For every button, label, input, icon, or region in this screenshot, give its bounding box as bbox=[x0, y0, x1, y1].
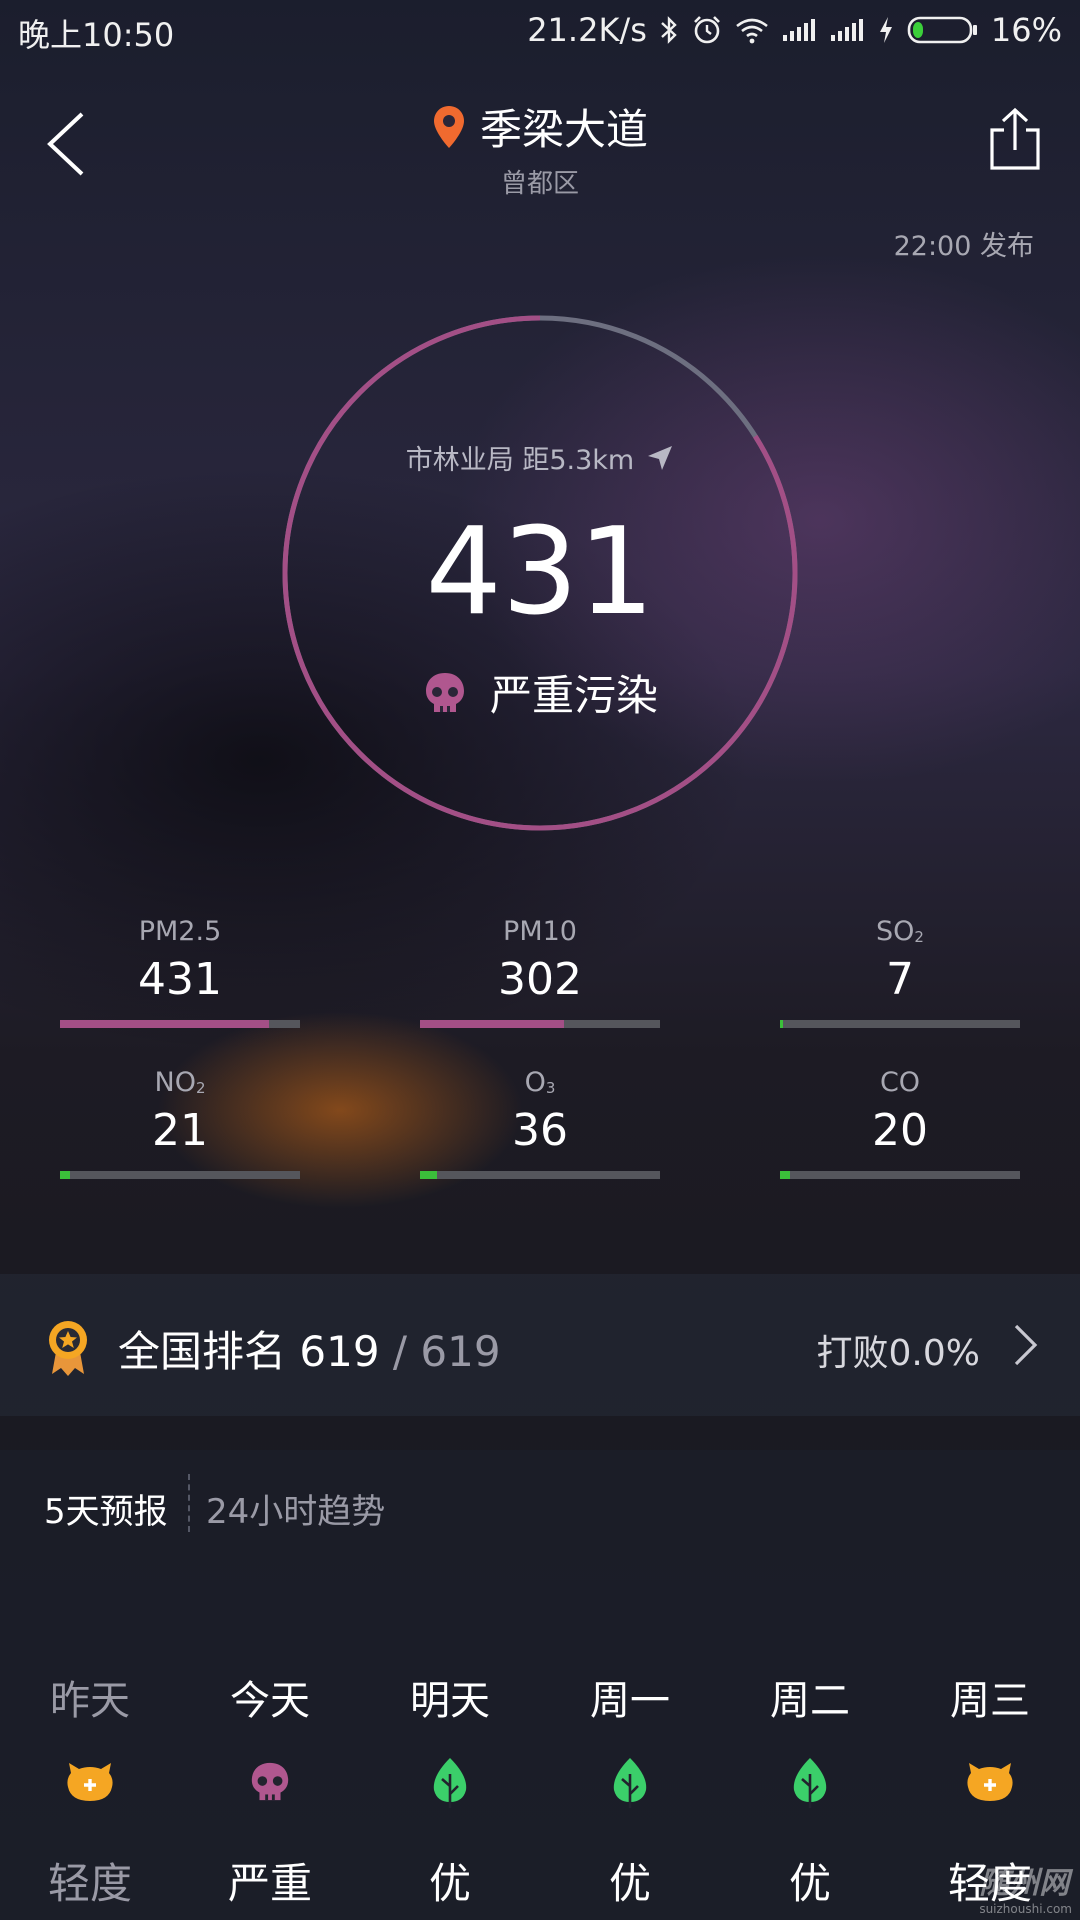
alarm-icon bbox=[691, 14, 723, 46]
pollutant-value: 302 bbox=[498, 954, 582, 1005]
pollutant-subscript: 2 bbox=[195, 1079, 206, 1097]
pollutant-name: O bbox=[524, 1067, 546, 1098]
leaf-icon bbox=[720, 1752, 900, 1812]
rank-separator: / bbox=[379, 1327, 421, 1376]
wifi-icon bbox=[735, 16, 769, 44]
pollutant-value: 431 bbox=[138, 954, 222, 1005]
forecast-level: 优 bbox=[428, 1859, 471, 1908]
publish-time: 22:00 发布 bbox=[893, 231, 1034, 262]
tab-24h-trend[interactable]: 24小时趋势 bbox=[206, 1484, 385, 1533]
pollutant-bar bbox=[60, 1171, 300, 1179]
location-district: 曾都区 bbox=[500, 169, 579, 199]
pollutant-bar-fill bbox=[60, 1171, 70, 1179]
watermark-text: 随州网 bbox=[979, 1866, 1070, 1901]
pollutant-bar bbox=[60, 1020, 300, 1028]
forecast-day-label: 今天 bbox=[230, 1678, 310, 1724]
pollutant-subscript: 2 bbox=[914, 928, 924, 946]
pollutant-bar bbox=[420, 1171, 660, 1179]
forecast-day-tomorrow[interactable]: 明天 优 bbox=[360, 1668, 540, 1911]
rank-value: 619 bbox=[299, 1327, 380, 1376]
aqi-level: 严重污染 bbox=[280, 662, 800, 723]
share-button[interactable] bbox=[986, 106, 1044, 172]
watermark: 随州网 suizhoushi.com bbox=[979, 1858, 1072, 1916]
forecast-day-label: 明天 bbox=[410, 1678, 490, 1724]
forecast-day-label: 周一 bbox=[590, 1678, 670, 1724]
status-icons: 21.2K/s 16% bbox=[527, 10, 1062, 50]
aqi-value: 431 bbox=[425, 503, 655, 642]
battery-icon bbox=[907, 15, 979, 45]
rank-beat-percent: 打败0.0% bbox=[816, 1333, 980, 1374]
status-time: 晚上10:50 bbox=[18, 16, 175, 54]
forecast-level: 优 bbox=[608, 1859, 651, 1908]
location-header[interactable]: 季梁大道 曾都区 bbox=[0, 96, 1080, 200]
station-info[interactable]: 市林业局 距5.3km bbox=[280, 438, 800, 477]
location-pin-icon bbox=[433, 105, 464, 148]
location-title: 季梁大道 bbox=[479, 105, 648, 154]
battery-percent: 16% bbox=[990, 11, 1062, 49]
leaf-icon bbox=[360, 1752, 540, 1812]
forecast-day-today[interactable]: 今天 严重 bbox=[180, 1668, 360, 1911]
forecast-day-tuesday[interactable]: 周二 优 bbox=[720, 1668, 900, 1911]
network-speed: 21.2K/s bbox=[527, 11, 647, 49]
pollutant-co[interactable]: CO 20 bbox=[780, 1067, 1020, 1179]
orange-face-icon bbox=[0, 1752, 180, 1812]
signal-icon-2 bbox=[829, 17, 865, 43]
forecast-level: 严重 bbox=[227, 1859, 312, 1908]
forecast-day-monday[interactable]: 周一 优 bbox=[540, 1668, 720, 1911]
pollutant-pm10[interactable]: PM10 302 bbox=[420, 916, 660, 1028]
pollutant-name: CO bbox=[879, 1067, 921, 1098]
medal-icon bbox=[44, 1318, 92, 1382]
rank-total: 619 bbox=[420, 1327, 501, 1376]
tab-5day-forecast[interactable]: 5天预报 bbox=[44, 1484, 168, 1533]
watermark-url: suizhoushi.com bbox=[979, 1902, 1072, 1916]
pollutant-bar-fill bbox=[780, 1171, 790, 1179]
pollutant-o3[interactable]: O3 36 bbox=[420, 1067, 660, 1179]
pollutant-bar bbox=[780, 1020, 1020, 1028]
pollutant-bar-fill bbox=[780, 1020, 783, 1028]
rank-text: 全国排名 619 / 619 bbox=[118, 1318, 501, 1379]
pollutant-no2[interactable]: NO2 21 bbox=[60, 1067, 300, 1179]
tab-divider bbox=[188, 1474, 190, 1532]
bluetooth-icon bbox=[659, 15, 679, 45]
forecast-level: 轻度 bbox=[47, 1859, 132, 1908]
pollutant-value: 36 bbox=[512, 1105, 568, 1156]
pollutant-value: 20 bbox=[872, 1105, 928, 1156]
pollutant-bar-fill bbox=[60, 1020, 269, 1028]
station-label: 市林业局 距5.3km bbox=[405, 445, 635, 476]
pollutant-bar bbox=[420, 1020, 660, 1028]
pollutant-bar-fill bbox=[420, 1020, 564, 1028]
pollutant-name: PM2.5 bbox=[138, 916, 222, 947]
forecast-day-label: 昨天 bbox=[50, 1678, 130, 1724]
signal-icon bbox=[781, 17, 817, 43]
forecast-day-label: 周二 bbox=[770, 1678, 850, 1724]
pollutant-name: PM10 bbox=[503, 916, 577, 947]
aqi-level-text: 严重污染 bbox=[489, 671, 658, 720]
orange-face-icon bbox=[900, 1752, 1080, 1812]
pollutant-value: 7 bbox=[886, 954, 914, 1005]
pollutant-bar bbox=[780, 1171, 1020, 1179]
forecast-day-label: 周三 bbox=[950, 1678, 1030, 1724]
forecast-level: 优 bbox=[788, 1859, 831, 1908]
pollutant-subscript: 3 bbox=[545, 1079, 556, 1097]
forecast-day-yesterday[interactable]: 昨天 轻度 bbox=[0, 1668, 180, 1911]
skull-icon bbox=[425, 672, 464, 712]
pollutant-so2[interactable]: SO2 7 bbox=[780, 916, 1020, 1028]
share-icon bbox=[990, 107, 1040, 170]
rank-label: 全国排名 bbox=[118, 1327, 287, 1376]
charging-icon bbox=[877, 15, 895, 45]
pollutant-value: 21 bbox=[152, 1105, 208, 1156]
pollutant-name: SO bbox=[876, 916, 915, 947]
navigation-arrow-icon bbox=[648, 445, 673, 470]
pollutant-pm25[interactable]: PM2.5 431 bbox=[60, 916, 300, 1028]
skull-icon bbox=[180, 1752, 360, 1812]
chevron-right-icon bbox=[1010, 1322, 1040, 1372]
pollutant-bar-fill bbox=[420, 1171, 437, 1179]
pollutant-name: NO bbox=[154, 1067, 196, 1098]
leaf-icon bbox=[540, 1752, 720, 1812]
